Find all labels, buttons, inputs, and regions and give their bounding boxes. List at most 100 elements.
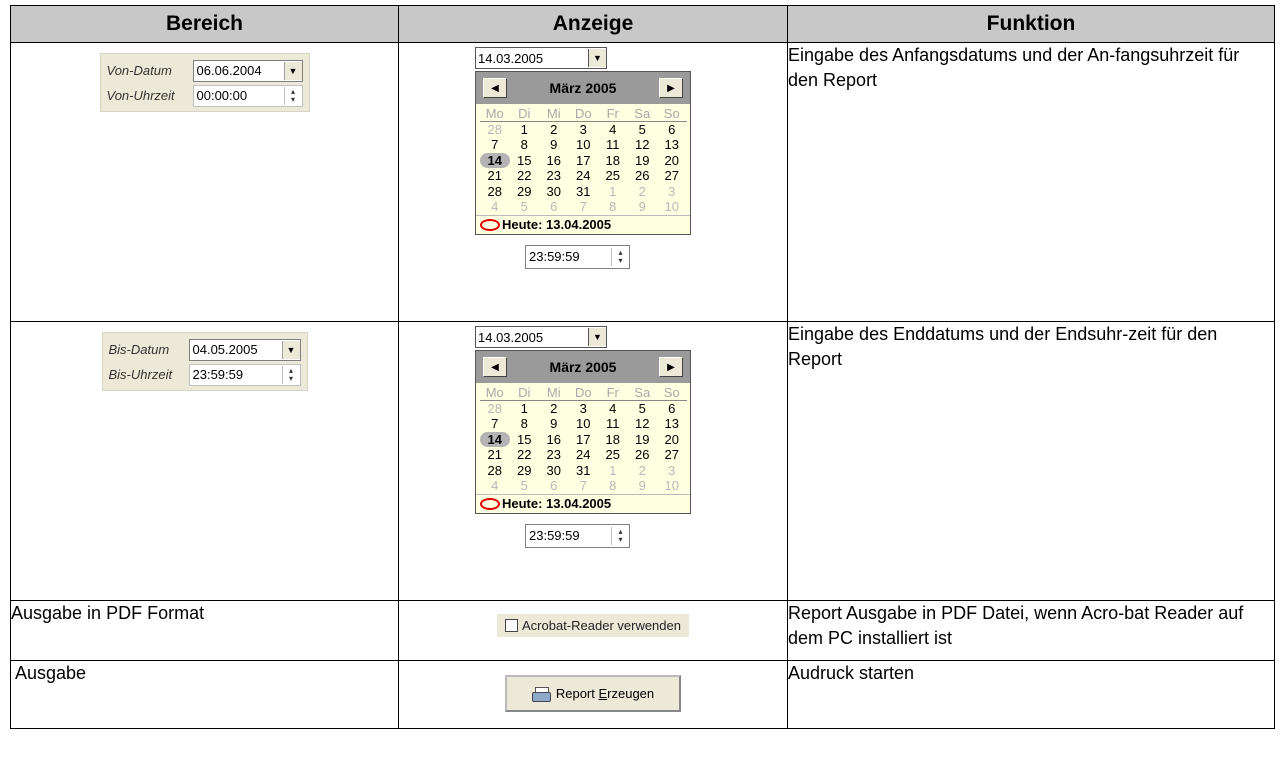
chevron-down-icon[interactable]: ▼ <box>283 61 302 80</box>
calendar-day-cell[interactable]: 28 <box>480 122 510 137</box>
calendar-day-cell[interactable]: 6 <box>657 401 687 416</box>
calendar-day-cell[interactable]: 4 <box>598 122 628 137</box>
prev-month-button[interactable]: ◀ <box>483 357 507 377</box>
calendar-day-cell[interactable]: 24 <box>569 168 599 183</box>
calendar-day-cell[interactable]: 31 <box>569 184 599 199</box>
calendar-day-cell[interactable]: 19 <box>628 153 658 168</box>
von-datum-dropdown[interactable]: 06.06.2004 ▼ <box>192 59 303 82</box>
calendar-day-cell[interactable]: 19 <box>628 432 658 447</box>
calendar-day-cell[interactable]: 17 <box>569 432 599 447</box>
calendar-day-cell[interactable]: 1 <box>598 463 628 478</box>
acrobat-checkbox[interactable]: Acrobat-Reader verwenden <box>497 614 689 637</box>
bis-uhrzeit-stepper[interactable]: 23:59:59 ▴ ▾ <box>188 363 301 386</box>
calendar-day-cell[interactable]: 5 <box>510 478 540 493</box>
calendar-day-cell[interactable]: 11 <box>598 416 628 431</box>
calendar-day-cell[interactable]: 2 <box>539 401 569 416</box>
calendar-day-cell[interactable]: 20 <box>657 153 687 168</box>
calendar-date-dropdown[interactable]: 14.03.2005 ▼ <box>475 47 607 69</box>
calendar-day-cell[interactable]: 29 <box>510 184 540 199</box>
calendar-day-cell[interactable]: 5 <box>628 401 658 416</box>
calendar-day-cell[interactable]: 6 <box>539 199 569 214</box>
calendar-day-cell[interactable]: 27 <box>657 168 687 183</box>
calendar-day-cell[interactable]: 9 <box>628 199 658 214</box>
calendar-day-cell[interactable]: 1 <box>510 122 540 137</box>
calendar-day-cell[interactable]: 7 <box>480 137 510 152</box>
calendar-day-cell[interactable]: 18 <box>598 432 628 447</box>
report-erzeugen-button[interactable]: Report Erzeugen <box>505 675 681 712</box>
calendar-day-cell[interactable]: 1 <box>510 401 540 416</box>
calendar-day-cell[interactable]: 4 <box>480 478 510 493</box>
calendar-day-cell[interactable]: 4 <box>598 401 628 416</box>
calendar-day-cell[interactable]: 28 <box>480 184 510 199</box>
today-link[interactable]: Heute: 13.04.2005 <box>476 493 690 513</box>
calendar-day-cell[interactable]: 10 <box>657 478 687 493</box>
calendar-day-cell[interactable]: 28 <box>480 463 510 478</box>
spinner-icon[interactable]: ▴ ▾ <box>611 247 629 266</box>
bis-datum-dropdown[interactable]: 04.05.2005 ▼ <box>188 338 301 361</box>
calendar-day-cell[interactable]: 12 <box>628 137 658 152</box>
calendar-day-cell[interactable]: 7 <box>569 478 599 493</box>
time-stepper[interactable]: 23:59:59 ▴ ▾ <box>525 244 630 269</box>
calendar-day-cell[interactable]: 26 <box>628 168 658 183</box>
calendar-day-cell[interactable]: 10 <box>657 199 687 214</box>
calendar-day-cell[interactable]: 23 <box>539 168 569 183</box>
calendar-day-cell[interactable]: 23 <box>539 447 569 462</box>
calendar-day-cell[interactable]: 29 <box>510 463 540 478</box>
calendar-day-cell[interactable]: 25 <box>598 447 628 462</box>
von-uhrzeit-stepper[interactable]: 00:00:00 ▴ ▾ <box>192 84 303 107</box>
next-month-button[interactable]: ▶ <box>659 357 683 377</box>
calendar-day-cell[interactable]: 16 <box>539 432 569 447</box>
calendar-day-cell[interactable]: 10 <box>569 416 599 431</box>
calendar-day-cell[interactable]: 20 <box>657 432 687 447</box>
calendar-day-cell[interactable]: 31 <box>569 463 599 478</box>
calendar-day-cell[interactable]: 15 <box>510 153 540 168</box>
next-month-button[interactable]: ▶ <box>659 78 683 98</box>
calendar-day-cell[interactable]: 13 <box>657 137 687 152</box>
calendar-day-cell[interactable]: 9 <box>628 478 658 493</box>
calendar-day-cell[interactable]: 28 <box>480 401 510 416</box>
calendar-day-cell[interactable]: 15 <box>510 432 540 447</box>
calendar-day-cell[interactable]: 9 <box>539 137 569 152</box>
calendar-day-cell[interactable]: 17 <box>569 153 599 168</box>
calendar-day-cell[interactable]: 24 <box>569 447 599 462</box>
calendar-day-cell[interactable]: 12 <box>628 416 658 431</box>
calendar-day-cell[interactable]: 18 <box>598 153 628 168</box>
calendar-day-cell[interactable]: 8 <box>510 137 540 152</box>
calendar-day-cell[interactable]: 30 <box>539 463 569 478</box>
spinner-icon[interactable]: ▴ ▾ <box>281 365 300 384</box>
chevron-down-icon[interactable]: ▼ <box>281 340 300 359</box>
calendar-day-cell[interactable]: 6 <box>539 478 569 493</box>
calendar-day-cell[interactable]: 3 <box>657 463 687 478</box>
calendar-day-cell[interactable]: 26 <box>628 447 658 462</box>
calendar-day-cell[interactable]: 30 <box>539 184 569 199</box>
calendar-day-cell[interactable]: 2 <box>539 122 569 137</box>
spinner-icon[interactable]: ▴ ▾ <box>611 526 629 545</box>
chevron-down-icon[interactable]: ▼ <box>588 49 606 67</box>
calendar-day-cell[interactable]: 21 <box>480 447 510 462</box>
calendar-day-cell[interactable]: 22 <box>510 168 540 183</box>
calendar-day-cell[interactable]: 21 <box>480 168 510 183</box>
calendar-day-cell[interactable]: 8 <box>598 199 628 214</box>
calendar-day-cell[interactable]: 22 <box>510 447 540 462</box>
calendar-day-cell[interactable]: 11 <box>598 137 628 152</box>
calendar-day-cell[interactable]: 8 <box>510 416 540 431</box>
prev-month-button[interactable]: ◀ <box>483 78 507 98</box>
calendar-day-cell[interactable]: 14 <box>480 152 510 168</box>
calendar-day-cell[interactable]: 5 <box>628 122 658 137</box>
calendar-day-cell[interactable]: 2 <box>628 463 658 478</box>
calendar-day-cell[interactable]: 2 <box>628 184 658 199</box>
chevron-down-icon[interactable]: ▼ <box>588 328 606 346</box>
time-stepper[interactable]: 23:59:59 ▴ ▾ <box>525 523 630 548</box>
checkbox-icon[interactable] <box>505 619 518 632</box>
calendar-day-cell[interactable]: 10 <box>569 137 599 152</box>
calendar-day-cell[interactable]: 3 <box>569 401 599 416</box>
calendar-day-cell[interactable]: 6 <box>657 122 687 137</box>
calendar-day-cell[interactable]: 13 <box>657 416 687 431</box>
calendar-day-cell[interactable]: 3 <box>569 122 599 137</box>
calendar-day-cell[interactable]: 7 <box>569 199 599 214</box>
calendar-day-cell[interactable]: 5 <box>510 199 540 214</box>
calendar-day-cell[interactable]: 8 <box>598 478 628 493</box>
calendar-day-cell[interactable]: 3 <box>657 184 687 199</box>
spinner-icon[interactable]: ▴ ▾ <box>283 86 302 105</box>
calendar-day-cell[interactable]: 14 <box>480 431 510 447</box>
